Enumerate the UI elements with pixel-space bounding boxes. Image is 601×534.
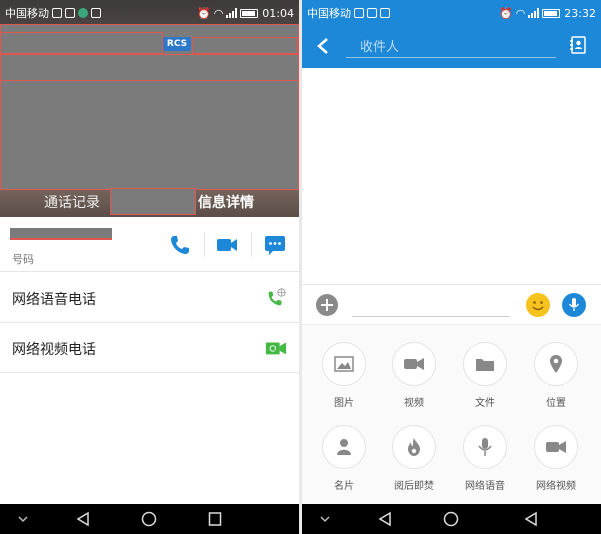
wifi-icon: ◠ [515,6,526,20]
flame-icon [408,438,420,456]
carrier-name: 中国移动 [307,7,351,20]
home-icon[interactable] [443,511,459,527]
video-icon [546,441,566,453]
usb-icon [91,8,101,18]
app-notification-icon [78,8,88,18]
attachment-file[interactable]: 文件 [450,342,520,409]
video-icon [404,358,424,370]
emoji-icon[interactable] [526,293,550,317]
signal-icon [528,8,540,18]
status-bar: 中国移动 ⏰ ◠ 01:04 [0,0,299,26]
attachment-label: 阅后即焚 [394,481,434,492]
option-label: 网络语音电话 [12,292,96,308]
wifi-icon: ◠ [213,6,224,20]
redacted-phone-number [10,228,112,240]
chevron-down-icon[interactable] [320,515,330,523]
attachment-label: 网络视频 [536,481,576,492]
folder-icon [476,359,494,371]
status-bar: 中国移动 ⏰ ◠ 23:32 [302,0,601,26]
navigation-bar [302,504,601,534]
alarm-icon: ⏰ [196,6,211,20]
usb-icon [380,8,390,18]
battery-icon [240,8,259,18]
redacted-text [0,54,299,81]
attachment-panel: 图片 视频 文件 位置 名片 阅后即焚 网络语音 网络视频 [302,324,601,504]
attachment-label: 网络语音 [465,481,505,492]
title-bar: 中国移动 ⏰ ◠ 23:32 收件人 [302,0,601,68]
image-icon [65,8,75,18]
redacted-tab-area [110,188,196,215]
redacted-name [0,32,163,54]
status-time: 23:32 [564,6,596,20]
sim-icon [52,8,62,18]
number-label: 号码 [12,253,34,266]
network-video-call-icon [265,342,287,355]
navigation-bar [0,504,299,534]
attachment-business-card[interactable]: 名片 [309,425,379,492]
option-label: 网络视频电话 [12,342,96,358]
person-icon [337,439,351,455]
attachment-video[interactable]: 视频 [379,342,449,409]
attachment-picture[interactable]: 图片 [309,342,379,409]
video-call-icon[interactable] [215,233,239,257]
microphone-icon [478,438,492,456]
recipient-input[interactable]: 收件人 [346,32,556,58]
contact-detail-screen: RCS 通话记录 信息详情 中国移动 ⏰ ◠ 01:04 号码 网络语音电话 网… [0,0,299,534]
contact-header-photo: RCS 通话记录 信息详情 [0,0,299,217]
location-pin-icon [550,355,562,373]
chevron-down-icon[interactable] [18,515,28,523]
divider [204,233,205,257]
carrier-name: 中国移动 [5,7,49,20]
attachment-label: 视频 [404,398,424,409]
tab-info-detail[interactable]: 信息详情 [198,192,254,212]
redacted-text [192,37,298,54]
compose-bar [302,284,601,324]
contacts-book-icon[interactable] [569,36,587,54]
message-input[interactable] [352,297,510,317]
status-time: 01:04 [262,6,294,20]
recent-apps-icon[interactable] [208,511,222,527]
network-voice-call-option[interactable]: 网络语音电话 [0,273,299,323]
contact-number-row: 号码 [0,217,299,272]
new-message-screen: 中国移动 ⏰ ◠ 23:32 收件人 图片 视频 文件 位置 名片 阅后即焚 网… [302,0,601,534]
attachment-label: 名片 [334,481,354,492]
attachment-label: 位置 [546,398,566,409]
image-icon [367,8,377,18]
plus-icon[interactable] [316,294,338,316]
back-icon[interactable] [378,511,392,527]
network-video-call-option[interactable]: 网络视频电话 [0,323,299,373]
battery-icon [542,8,561,18]
signal-icon [226,8,238,18]
alarm-icon: ⏰ [498,6,513,20]
back-icon[interactable] [76,511,90,527]
network-voice-call-icon [268,288,286,306]
tab-call-log[interactable]: 通话记录 [44,192,100,212]
attachment-burn-after-reading[interactable]: 阅后即焚 [379,425,449,492]
phone-icon[interactable] [168,233,192,257]
sim-icon [354,8,364,18]
message-icon[interactable] [263,233,287,257]
attachment-location[interactable]: 位置 [521,342,591,409]
attachment-label: 图片 [334,398,354,409]
divider [251,233,252,257]
detail-tabs: 通话记录 信息详情 [0,188,299,217]
attachment-network-voice[interactable]: 网络语音 [450,425,520,492]
rcs-badge: RCS [163,37,191,51]
picture-icon [334,356,354,372]
attachment-label: 文件 [475,398,495,409]
attachment-network-video[interactable]: 网络视频 [521,425,591,492]
back-arrow-icon[interactable] [316,37,330,55]
microphone-icon[interactable] [562,293,586,317]
home-icon[interactable] [141,511,157,527]
back-icon[interactable] [524,511,538,527]
